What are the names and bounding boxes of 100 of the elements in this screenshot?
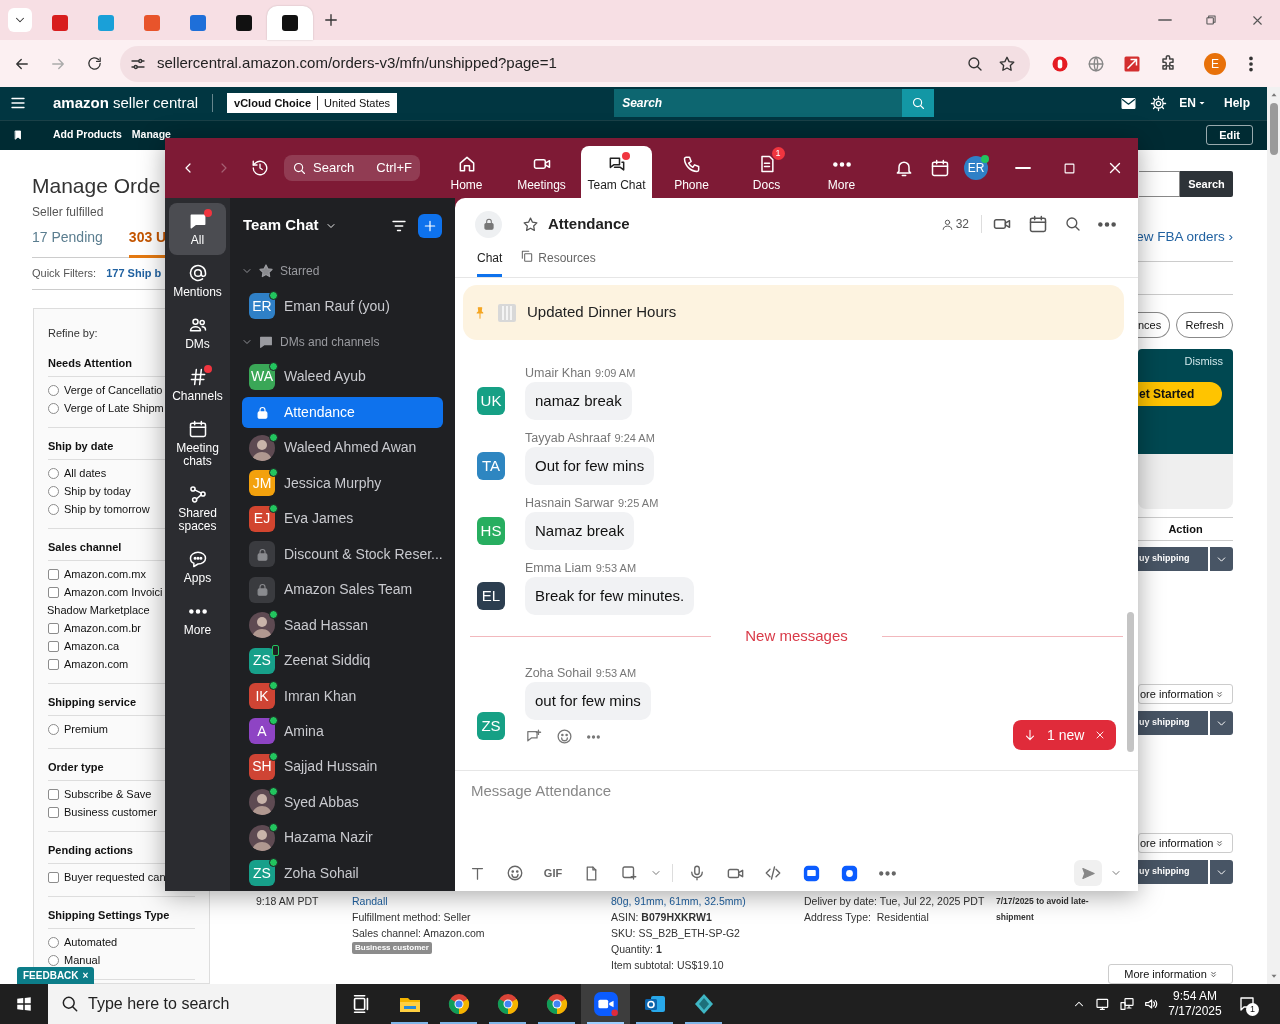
option-label[interactable]: Amazon.com Invoici (64, 583, 163, 601)
conversation-item[interactable]: Saad Hassan (242, 609, 443, 641)
volume-icon[interactable] (1143, 996, 1159, 1012)
conversation-item[interactable]: Attendance (242, 396, 443, 429)
option-label[interactable]: Amazon.com.mx (64, 565, 146, 583)
account-switcher[interactable]: vCloud Choice United States (227, 93, 398, 114)
scrollbar-thumb[interactable] (1127, 612, 1134, 752)
gif-button[interactable]: GIF (543, 864, 563, 882)
radio-button[interactable] (48, 954, 59, 966)
clock-date[interactable]: 7/17/2025 (1168, 1004, 1222, 1019)
monitor-icon[interactable] (1095, 996, 1111, 1012)
rail-item[interactable]: More (169, 593, 226, 645)
checkbox[interactable] (48, 586, 59, 598)
checkbox[interactable] (48, 622, 59, 634)
emoji-icon[interactable] (506, 864, 524, 882)
taskbar-app-button[interactable] (581, 984, 630, 1024)
clock-time[interactable]: 9:54 AM (1173, 989, 1217, 1004)
option-label[interactable]: Manual (64, 951, 101, 969)
conversation-item[interactable]: EJ Eva James (242, 503, 443, 535)
search-field[interactable]: Search Ctrl+F (284, 155, 420, 181)
rail-item[interactable]: Shared spaces (169, 476, 226, 541)
radio-button[interactable] (48, 467, 59, 479)
product-link[interactable]: 80g, 91mm, 61mm, 32.5mm) (611, 893, 804, 909)
star-icon[interactable] (522, 215, 539, 233)
app-icon[interactable] (802, 864, 820, 882)
buy-shipping-button[interactable]: uy shipping (1138, 711, 1208, 735)
option-label[interactable]: Ship by today (64, 482, 131, 500)
section-header[interactable]: DMs and channels (280, 332, 380, 351)
option-label[interactable]: Business customer (64, 803, 157, 821)
search-button[interactable] (902, 89, 935, 118)
pdf-icon[interactable] (1123, 54, 1141, 73)
settings-icon[interactable] (1149, 94, 1167, 112)
quick-filter-link[interactable]: 177 Ship b (106, 265, 162, 282)
taskbar-search-field[interactable]: Type here to search (48, 984, 336, 1024)
conversation-item[interactable]: ZS Zoha Sohail (242, 857, 443, 890)
code-icon[interactable] (764, 864, 782, 882)
search-button[interactable]: Search (1180, 171, 1233, 197)
close-button[interactable]: × (82, 968, 89, 983)
browser-tab[interactable] (267, 6, 313, 40)
members-button[interactable]: 32 (940, 215, 969, 233)
rail-item[interactable]: Channels (169, 359, 226, 411)
star-icon[interactable] (998, 54, 1016, 73)
rail-item[interactable]: Meeting chats (169, 411, 226, 476)
nav-tab[interactable]: More (806, 146, 877, 198)
more-icon[interactable] (878, 870, 896, 876)
nav-tab[interactable]: 1 Docs (731, 146, 802, 198)
option-label[interactable]: Ship by tomorrow (64, 500, 150, 518)
dropdown-button[interactable] (1210, 860, 1233, 884)
option-label[interactable]: Amazon.ca (64, 637, 120, 655)
option-label[interactable]: Shadow Marketplace (47, 601, 150, 619)
rail-item[interactable]: Apps (169, 541, 226, 593)
option-label[interactable]: Amazon.com.br (64, 619, 142, 637)
nav-tab[interactable]: Meetings (506, 146, 577, 198)
scrollbar[interactable] (1267, 87, 1280, 984)
conversation-item[interactable]: Waleed Ahmed Awan (242, 432, 443, 464)
jump-to-new-button[interactable]: 1 new (1023, 724, 1085, 746)
emoji-icon[interactable] (556, 728, 573, 745)
more-information-button[interactable]: More information (1108, 964, 1233, 984)
nav-tab[interactable]: Home (431, 146, 502, 198)
search-field[interactable]: Search (614, 89, 903, 118)
app-icon[interactable] (840, 864, 858, 882)
conversation-item[interactable]: A Amina (242, 715, 443, 748)
language-button[interactable]: EN (1179, 94, 1208, 113)
logo[interactable]: amazon seller central (53, 92, 199, 115)
more-information-button[interactable]: ore information (1138, 833, 1233, 853)
option-label[interactable]: All dates (64, 464, 107, 482)
globe-icon[interactable] (1087, 54, 1105, 73)
scrollbar-thumb[interactable] (1269, 103, 1278, 155)
buy-shipping-button[interactable]: uy shipping (1138, 547, 1208, 571)
conversation-item[interactable]: Syed Abbas (242, 786, 443, 819)
checkbox[interactable] (48, 788, 59, 800)
help-link[interactable]: Help (1224, 94, 1250, 113)
notifications-button[interactable]: 1 (1227, 984, 1267, 1024)
checkbox[interactable] (48, 871, 59, 883)
rail-item[interactable]: DMs (169, 307, 226, 359)
dropdown-button[interactable] (1210, 547, 1233, 571)
buyer-link[interactable]: Randall (352, 893, 388, 909)
rail-item[interactable]: Mentions (169, 255, 226, 307)
conversation-item[interactable]: WA Waleed Ayub (242, 361, 443, 393)
conversation-item[interactable]: IK Imran Khan (242, 680, 443, 712)
zoom-icon[interactable] (966, 54, 984, 73)
url-text[interactable]: sellercentral.amazon.com/orders-v3/mfn/unshipped?page=1 (157, 52, 557, 75)
search-icon[interactable] (1064, 215, 1082, 233)
message-field[interactable]: Message Attendance (471, 780, 1122, 802)
section-header[interactable]: Starred (280, 261, 320, 280)
option-label[interactable]: Automated (64, 933, 118, 951)
address-bar[interactable]: sellercentral.amazon.com/orders-v3/mfn/unshipped?page=1 (120, 45, 1030, 82)
more-icon[interactable] (587, 734, 600, 739)
search-field[interactable] (1139, 171, 1180, 197)
conversation-item[interactable]: SH Sajjad Hussain (242, 751, 443, 783)
conversation-item[interactable]: Amazon Sales Team (242, 573, 443, 606)
radio-button[interactable] (48, 503, 59, 515)
checkbox[interactable] (48, 658, 59, 670)
option-label[interactable]: Amazon.com (64, 655, 129, 673)
option-label[interactable]: Verge of Late Shipm (64, 399, 164, 417)
dropdown-button[interactable] (1210, 711, 1233, 735)
checkbox[interactable] (48, 806, 59, 818)
buy-shipping-button[interactable]: uy shipping (1138, 860, 1208, 884)
chat-tab[interactable]: Chat (477, 249, 503, 277)
calendar-icon[interactable] (1028, 214, 1048, 234)
